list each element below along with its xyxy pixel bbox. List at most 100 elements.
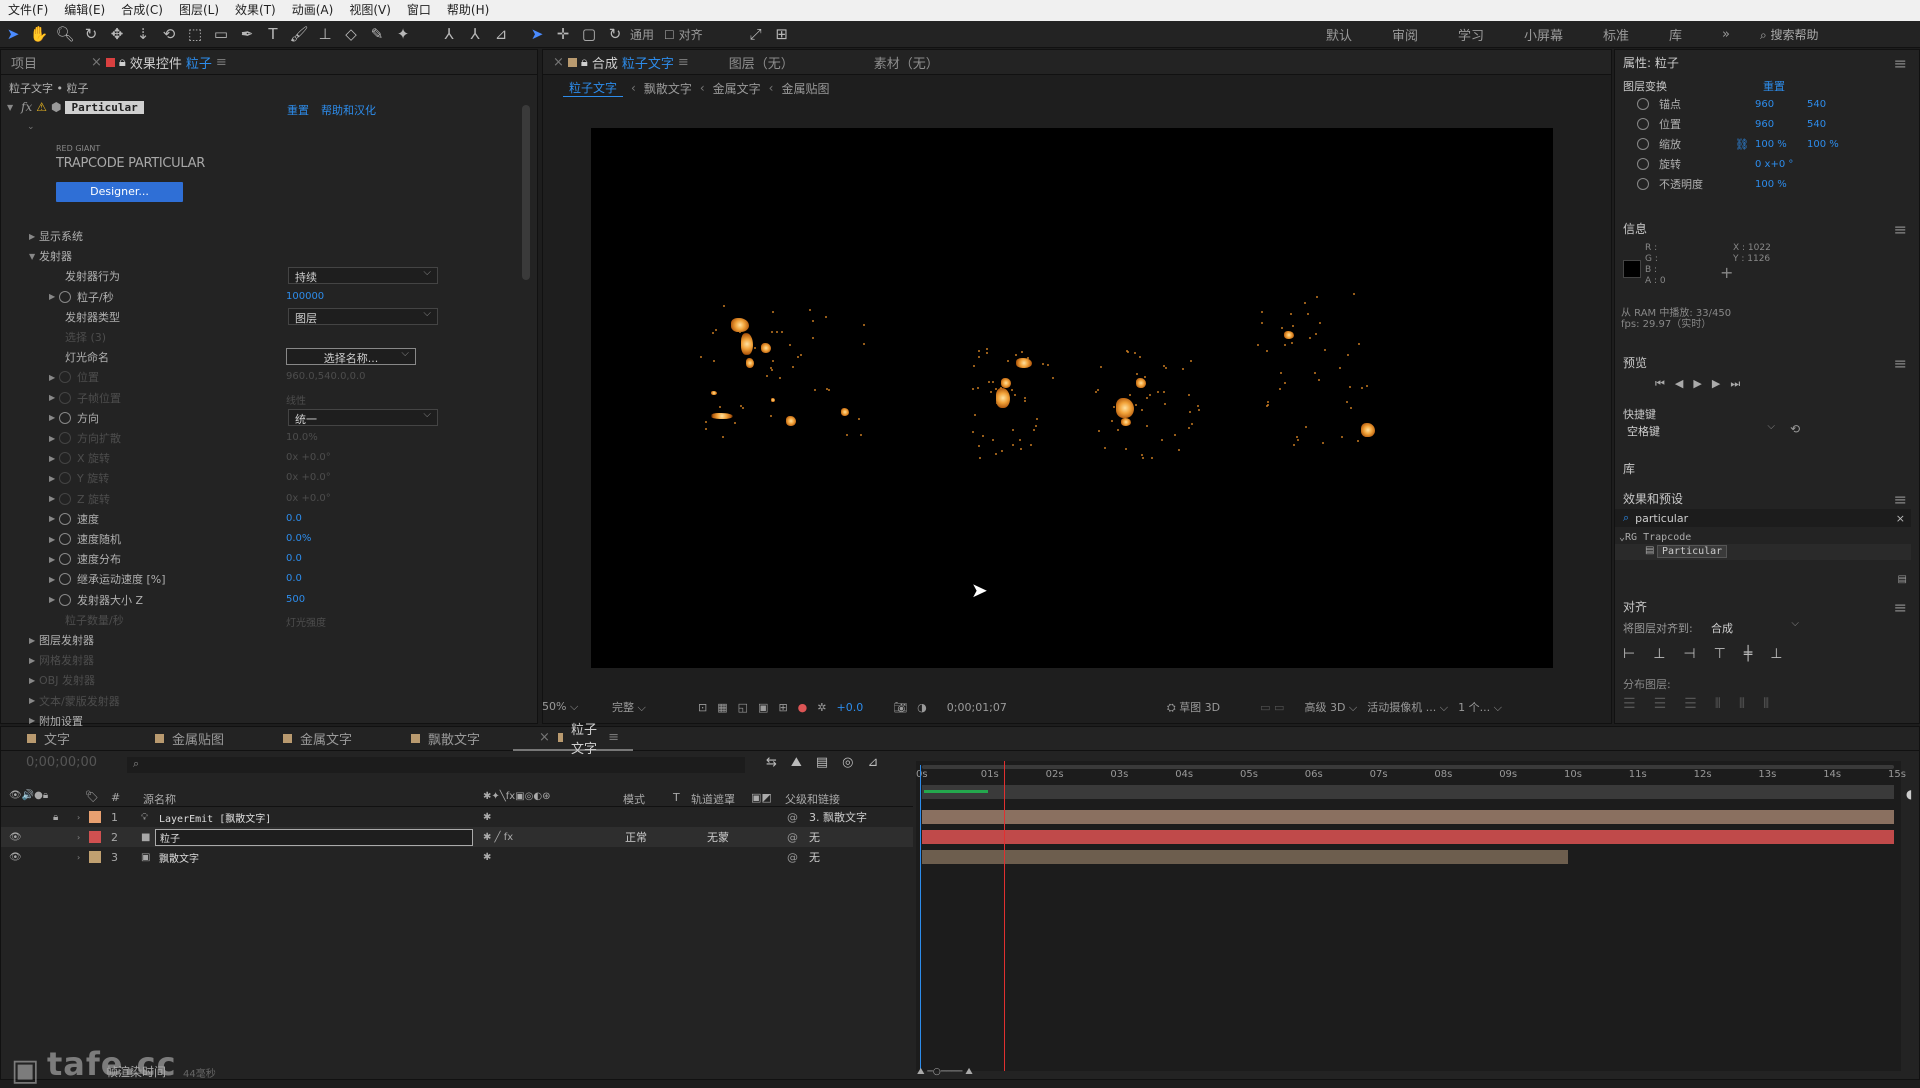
view-axis-icon[interactable]: ⊿ xyxy=(490,24,512,44)
color-channel-icon[interactable]: ● xyxy=(798,701,808,714)
param-value[interactable]: 0.0 xyxy=(286,553,302,564)
help-link[interactable]: 帮助和汉化 xyxy=(321,102,376,118)
show-snapshot-icon[interactable]: ◑ xyxy=(917,701,927,714)
effect-param-row[interactable]: ▶ Y 旋转 xyxy=(1,468,521,488)
panel-menu-icon[interactable]: ≡ xyxy=(1894,598,1907,617)
resolution-dropdown[interactable]: 完整 ⌵ xyxy=(612,699,688,715)
layer-switches[interactable]: ✱ xyxy=(483,812,491,823)
prev-frame-icon[interactable]: ◀︎ xyxy=(1675,377,1683,391)
param-value[interactable]: 0.0 xyxy=(286,573,302,584)
stopwatch-icon[interactable] xyxy=(1637,118,1649,130)
panel-menu-icon[interactable]: ≡ xyxy=(608,730,619,745)
link-icon[interactable]: ⛓ xyxy=(1735,138,1755,151)
layer-name[interactable]: LayerEmit [飘散文字] xyxy=(159,810,271,825)
prop-value-1[interactable]: 100 % xyxy=(1755,179,1807,190)
pickwhip-icon[interactable]: @ xyxy=(787,831,798,844)
layer-duration-bar[interactable] xyxy=(922,850,1569,864)
pen-tool-icon[interactable]: ✒ xyxy=(236,24,258,44)
scale-tool-icon[interactable]: ▢ xyxy=(578,24,600,44)
stopwatch-icon[interactable] xyxy=(59,492,71,505)
tab-effect-controls[interactable]: × 🔒︎ 效果控件 粒子 ≡ xyxy=(81,53,237,72)
grid-toggle-icon[interactable]: ⊞ xyxy=(778,701,787,714)
zoom-tool-icon[interactable]: 🔍︎ xyxy=(54,24,76,44)
rectangle-tool-icon[interactable]: ▭ xyxy=(210,24,232,44)
views-dropdown[interactable]: 1 个... ⌵ xyxy=(1458,699,1502,715)
effect-param-row[interactable]: ▶ 网格发射器 xyxy=(1,650,521,670)
playhead[interactable] xyxy=(1003,761,1005,1071)
close-icon[interactable]: × xyxy=(553,55,564,70)
stopwatch-icon[interactable] xyxy=(59,290,71,303)
layer-label-color[interactable] xyxy=(89,811,101,823)
param-dropdown[interactable]: 持续 xyxy=(288,267,438,285)
timecode-display[interactable]: 0;00;01;07 xyxy=(947,701,1007,714)
snap-icon[interactable]: ⤢ xyxy=(745,24,767,44)
stopwatch-icon[interactable] xyxy=(1637,178,1649,190)
parent-dropdown[interactable]: 无 xyxy=(809,829,820,845)
comp-mini-flowchart-icon[interactable]: ⇆ xyxy=(766,755,777,770)
layer-switches[interactable]: ✱ ╱ fx xyxy=(483,832,513,843)
parent-dropdown[interactable]: 无 xyxy=(809,849,820,865)
layer-search-input[interactable]: ⌕ xyxy=(127,757,745,773)
stopwatch-icon[interactable] xyxy=(59,553,71,566)
menu-item[interactable]: 合成(C) xyxy=(113,0,171,21)
arrow-tool-icon[interactable]: ➤ xyxy=(526,24,548,44)
in-point-marker[interactable] xyxy=(920,765,921,1071)
zoom-slider[interactable]: ⛰ ─○──── ⛰ xyxy=(917,1067,1017,1077)
layer-label-color[interactable] xyxy=(89,851,101,863)
menu-item[interactable]: 帮助(H) xyxy=(439,0,497,21)
effect-param-row[interactable]: ▶ Z 旋转 xyxy=(1,489,521,509)
expand-triangle-icon[interactable]: ▶ xyxy=(49,474,59,483)
align-to-dropdown[interactable]: 合成 xyxy=(1705,618,1805,636)
layer-label-color[interactable] xyxy=(89,831,101,843)
stopwatch-icon[interactable] xyxy=(59,371,71,384)
effect-param-row[interactable]: 灯光命名 xyxy=(1,347,521,367)
exposure-value[interactable]: +0.0 xyxy=(836,701,863,714)
tab-layer[interactable]: 图层（无） xyxy=(719,53,804,72)
align-left-icon[interactable]: ⊢ xyxy=(1623,646,1635,662)
expand-triangle-icon[interactable]: ▶ xyxy=(49,555,59,564)
stopwatch-icon[interactable] xyxy=(1637,158,1649,170)
layer-name[interactable]: 飘散文字 xyxy=(159,850,199,865)
expand-triangle-icon[interactable]: ▶ xyxy=(49,434,59,443)
lock-icon[interactable]: 🔒︎ xyxy=(53,812,58,823)
transparency-grid-icon[interactable]: ▦ xyxy=(717,701,727,714)
expand-triangle-icon[interactable]: ▶ xyxy=(49,494,59,503)
workspace-item[interactable]: 库 xyxy=(1649,25,1702,44)
mask-icon[interactable]: ◱ xyxy=(738,701,748,714)
col-track-matte[interactable]: 轨道遮罩 xyxy=(691,791,735,807)
expand-triangle-icon[interactable]: ▶ xyxy=(29,636,39,645)
ruler-end-icon[interactable]: ◖ xyxy=(1906,787,1912,801)
grid-icon[interactable]: ⊞ xyxy=(771,24,793,44)
expand-triangle-icon[interactable]: ▶ xyxy=(49,292,59,301)
pan-behind-icon[interactable]: ⬚ xyxy=(184,24,206,44)
menu-item[interactable]: 图层(L) xyxy=(171,0,227,21)
workspace-item[interactable]: 小屏幕 xyxy=(1504,25,1583,44)
workspace-item[interactable]: 学习 xyxy=(1438,25,1504,44)
stopwatch-icon[interactable] xyxy=(59,432,71,444)
effect-param-row[interactable]: ▶ OBJ 发射器 xyxy=(1,670,521,690)
effect-param-row[interactable]: ▶ 图层发射器 xyxy=(1,630,521,650)
expand-triangle-icon[interactable]: › xyxy=(77,833,87,842)
workspace-item[interactable]: 审阅 xyxy=(1372,25,1438,44)
param-button[interactable]: 选择名称... xyxy=(286,348,416,366)
rotate-3d-icon[interactable]: ↻ xyxy=(604,24,626,44)
loop-icon[interactable]: ⟲ xyxy=(1790,422,1800,436)
stamp-tool-icon[interactable]: ⊥ xyxy=(314,24,336,44)
scrollbar[interactable] xyxy=(522,105,530,280)
draft-3d-toggle[interactable]: ⛭ 草图 3D xyxy=(1167,699,1220,715)
effect-param-row[interactable]: ▶ 方向 xyxy=(1,408,521,428)
menu-item[interactable]: 编辑(E) xyxy=(56,0,113,21)
renderer-dropdown[interactable]: 高级 3D ⌵ xyxy=(1304,699,1357,715)
expand-triangle-icon[interactable]: › xyxy=(77,813,87,822)
close-icon[interactable]: × xyxy=(539,730,550,745)
move-tool-icon[interactable]: ✛ xyxy=(552,24,574,44)
layer-name[interactable]: 粒子 xyxy=(155,828,473,846)
effect-param-row[interactable]: ▶ 速度随机 xyxy=(1,529,521,549)
expand-triangle-icon[interactable]: ▶ xyxy=(49,373,59,382)
blend-mode-dropdown[interactable]: 正常 xyxy=(625,829,647,845)
col-parent[interactable]: 父级和链接 xyxy=(785,791,840,807)
breadcrumb-item[interactable]: 金属文字 xyxy=(713,80,761,97)
param-dropdown[interactable]: 图层 xyxy=(288,307,438,325)
effect-param-row[interactable]: ▶ 速度分布 xyxy=(1,549,521,569)
expand-triangle-icon[interactable]: ▶ xyxy=(29,676,39,685)
